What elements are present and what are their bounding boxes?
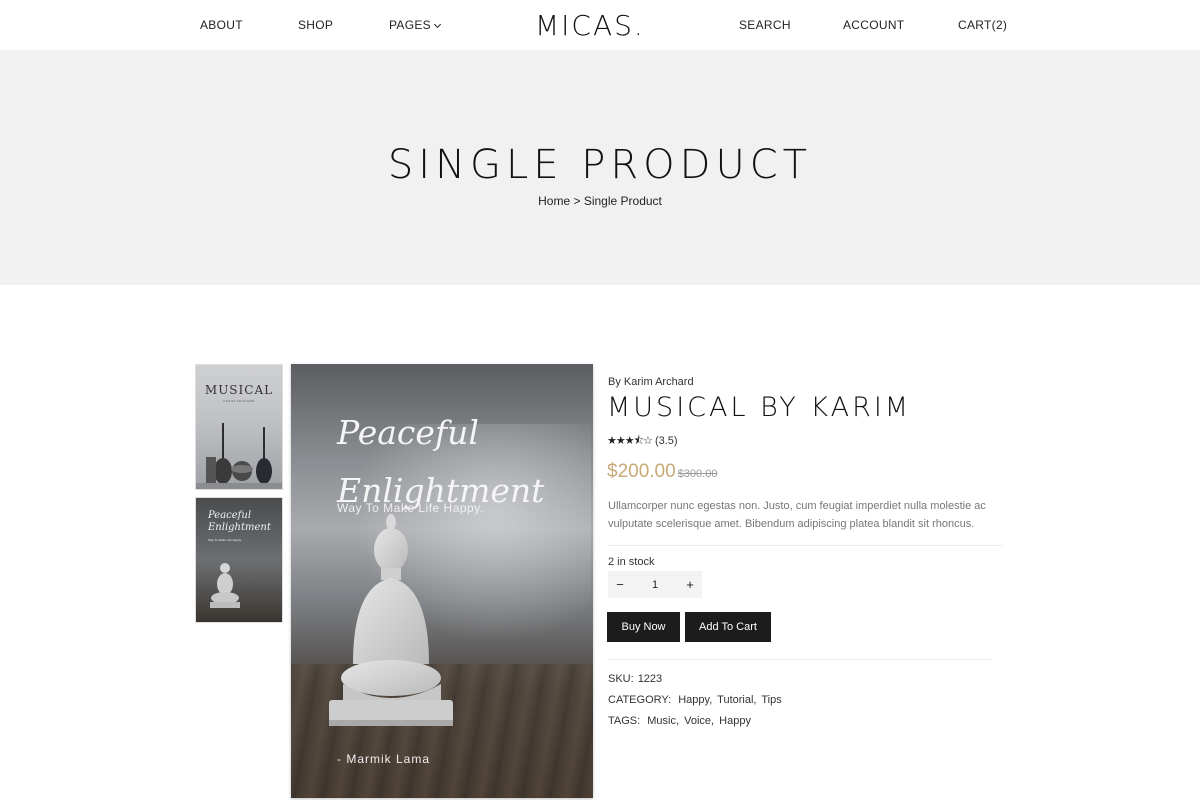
breadcrumb-current: Single Product bbox=[583, 194, 662, 208]
site-header: ABOUT SHOP PAGES MICAS. SEARCH ACCOUNT C… bbox=[0, 0, 1200, 50]
cover-tagline: Way To Make Life Happy. bbox=[337, 501, 484, 515]
category-link[interactable]: Tips bbox=[761, 694, 781, 706]
breadcrumb: Home > Single Product bbox=[0, 194, 1200, 208]
product-author: By Karim Archard bbox=[608, 376, 694, 388]
product-price: $200.00 $300.00 bbox=[607, 461, 717, 483]
quantity-input[interactable] bbox=[632, 571, 678, 598]
rating-value: (3.5) bbox=[654, 435, 678, 447]
product-categories: CATEGORY: Happy, Tutorial, Tips bbox=[608, 694, 784, 706]
nav-about[interactable]: ABOUT bbox=[200, 18, 243, 32]
product-tags: TAGS: Music, Voice, Happy bbox=[608, 715, 753, 727]
rating-stars-icon: ★★★⯪☆ bbox=[607, 434, 653, 447]
stock-status: 2 in stock bbox=[608, 556, 655, 568]
page-title: SINGLE PRODUCT bbox=[387, 142, 813, 188]
guitars-illustration bbox=[196, 423, 282, 489]
tag-link[interactable]: Music, bbox=[647, 715, 679, 727]
old-price: $300.00 bbox=[677, 468, 718, 480]
quantity-stepper: − + bbox=[608, 571, 702, 598]
tags-label: TAGS: bbox=[608, 715, 641, 727]
cover-title-line1: Peaceful bbox=[337, 413, 479, 452]
nav-shop[interactable]: SHOP bbox=[298, 18, 333, 32]
current-price: $200.00 bbox=[607, 461, 676, 482]
product-rating: ★★★⯪☆ (3.5) bbox=[607, 432, 678, 451]
category-link[interactable]: Tutorial, bbox=[717, 694, 756, 706]
divider bbox=[608, 545, 1003, 546]
cover-author: - Marmik Lama bbox=[337, 752, 431, 766]
product-sku: SKU: 1223 bbox=[608, 673, 662, 685]
add-to-cart-button[interactable]: Add To Cart bbox=[685, 612, 771, 642]
buddha-thumbnail-illustration bbox=[210, 563, 240, 608]
site-logo[interactable]: MICAS. bbox=[535, 9, 645, 42]
category-link[interactable]: Happy, bbox=[678, 694, 712, 706]
product-thumbnail-2[interactable]: Peaceful Enlightment Way To Make Life Ha… bbox=[195, 497, 283, 623]
tag-link[interactable]: Voice, bbox=[684, 715, 714, 727]
product-title: MUSICAL BY KARIM bbox=[607, 392, 912, 423]
category-label: CATEGORY: bbox=[608, 694, 672, 706]
sku-label: SKU: bbox=[608, 673, 634, 685]
nav-pages[interactable]: PAGES bbox=[389, 18, 442, 32]
nav-search[interactable]: SEARCH bbox=[739, 18, 791, 32]
tag-link[interactable]: Happy bbox=[719, 715, 751, 727]
quantity-increase-button[interactable]: + bbox=[678, 571, 702, 598]
breadcrumb-home[interactable]: Home bbox=[538, 194, 570, 208]
buy-now-button[interactable]: Buy Now bbox=[607, 612, 680, 642]
divider bbox=[608, 659, 993, 660]
product-description: Ullamcorper nunc egestas non. Justo, cum… bbox=[608, 500, 986, 530]
page-hero: SINGLE PRODUCT Home > Single Product bbox=[0, 50, 1200, 285]
chevron-down-icon bbox=[433, 20, 442, 29]
product-thumbnail-1[interactable]: MUSICAL KARIM ARCHARD bbox=[195, 364, 283, 490]
nav-cart[interactable]: CART(2) bbox=[958, 18, 1007, 32]
product-main-image[interactable]: Peaceful Enlightment Way To Make Life Ha… bbox=[291, 364, 593, 798]
quantity-decrease-button[interactable]: − bbox=[608, 571, 632, 598]
sku-value: 1223 bbox=[637, 673, 663, 685]
nav-account[interactable]: ACCOUNT bbox=[843, 18, 904, 32]
breadcrumb-separator: > bbox=[570, 194, 584, 208]
nav-pages-label: PAGES bbox=[389, 18, 431, 32]
